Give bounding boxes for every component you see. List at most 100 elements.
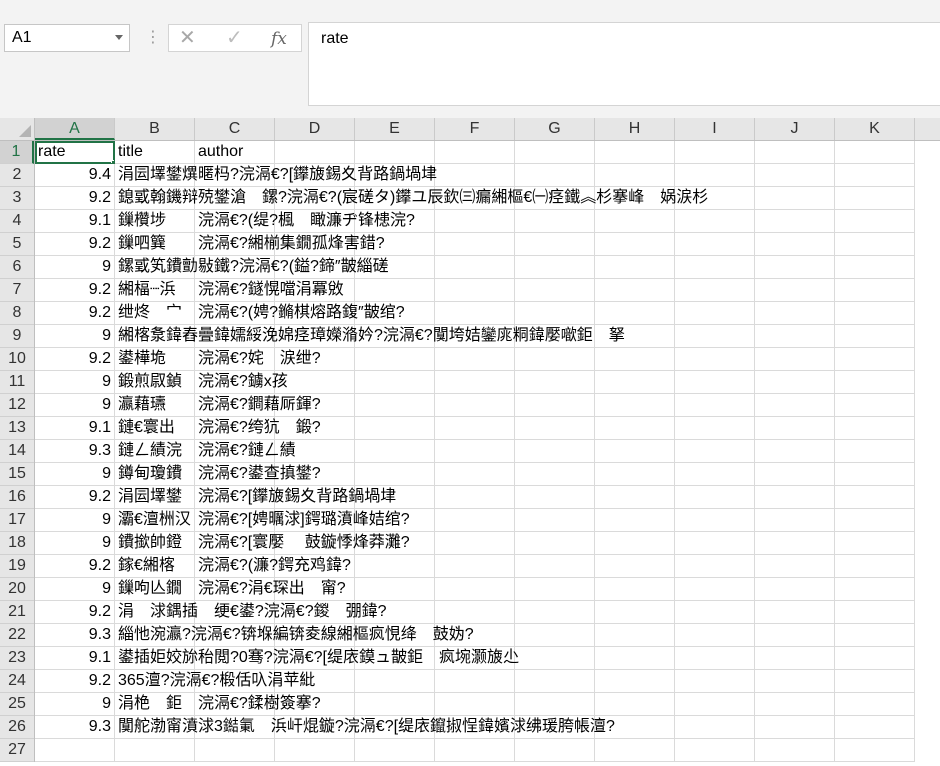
row-header[interactable]: 22: [0, 624, 34, 647]
rate-cell[interactable]: 9: [35, 509, 115, 532]
row-header[interactable]: 7: [0, 279, 34, 302]
cell[interactable]: [675, 601, 755, 624]
row-header[interactable]: 23: [0, 647, 34, 670]
rate-cell[interactable]: 9.1: [35, 417, 115, 440]
cell[interactable]: [835, 624, 915, 647]
title-cell[interactable]: 鐏甸瓊鐨: [115, 463, 195, 486]
cell[interactable]: [755, 578, 835, 601]
cell[interactable]: [595, 302, 675, 325]
cell[interactable]: [355, 578, 435, 601]
cell[interactable]: [835, 394, 915, 417]
title-cell[interactable]: 闃舵渤甯濆浗3鐑氭 浜屽焜鏇?浣滆€?[缇庡鑹掓悜鍏嬪浗绋瑗胯帳澶?: [115, 716, 615, 739]
row-header[interactable]: 9: [0, 325, 34, 348]
row-header[interactable]: 26: [0, 716, 34, 739]
cell[interactable]: [595, 624, 675, 647]
author-cell[interactable]: 浣滆€?[鑻旇錫夊背路鍋堝垏: [195, 486, 396, 509]
title-cell[interactable]: 鍙插姖姣旀秮閲?0骞?浣滆€?[缇庡鏌ュ皵鉅 疯埦灏旇尐: [115, 647, 519, 670]
cell[interactable]: [675, 394, 755, 417]
column-header-j[interactable]: J: [755, 118, 835, 140]
cell[interactable]: [435, 233, 515, 256]
author-cell[interactable]: 浣滆€?鐪х孩: [195, 371, 288, 394]
cell[interactable]: [755, 693, 835, 716]
cell[interactable]: [435, 440, 515, 463]
cell[interactable]: [515, 141, 595, 164]
cell[interactable]: [355, 394, 435, 417]
cell[interactable]: [835, 532, 915, 555]
rate-cell[interactable]: 9.3: [35, 440, 115, 463]
name-box[interactable]: A1: [4, 24, 130, 52]
cell[interactable]: [595, 532, 675, 555]
title-cell[interactable]: 鍛煎叞鍞: [115, 371, 195, 394]
column-header-g[interactable]: G: [515, 118, 595, 140]
cell[interactable]: [435, 509, 515, 532]
rate-cell[interactable]: 9.1: [35, 647, 115, 670]
title-cell[interactable]: 涓囩墿鐢: [115, 486, 195, 509]
column-header-e[interactable]: E: [355, 118, 435, 140]
column-header-b[interactable]: B: [115, 118, 195, 140]
title-cell[interactable]: 緗楁洜鍏舂曡鍏嬬綏浼婂痉璋嬫潃妗?浣滆€?闃垮姞鑾庣粡鍏嬮噷鉅 拏: [115, 325, 625, 348]
rate-cell[interactable]: 9.2: [35, 348, 115, 371]
rate-cell[interactable]: 9: [35, 578, 115, 601]
cell[interactable]: [755, 141, 835, 164]
cell[interactable]: [515, 578, 595, 601]
cell[interactable]: [515, 348, 595, 371]
cell[interactable]: [755, 601, 835, 624]
cell[interactable]: [515, 371, 595, 394]
cell[interactable]: [835, 693, 915, 716]
cell[interactable]: [515, 417, 595, 440]
cell[interactable]: [755, 187, 835, 210]
insert-function-icon[interactable]: fx: [271, 28, 287, 50]
rate-cell[interactable]: 9: [35, 532, 115, 555]
more-options-icon[interactable]: ⋮: [145, 28, 161, 48]
cell[interactable]: [755, 256, 835, 279]
row-header[interactable]: 18: [0, 532, 34, 555]
cell[interactable]: [675, 302, 755, 325]
cell[interactable]: [675, 624, 755, 647]
cell[interactable]: [515, 302, 595, 325]
row-header[interactable]: 8: [0, 302, 34, 325]
cell[interactable]: [435, 670, 515, 693]
title-cell[interactable]: 緗楅┈浜: [115, 279, 195, 302]
row-header[interactable]: 25: [0, 693, 34, 716]
cell[interactable]: [435, 463, 515, 486]
rate-cell[interactable]: 9.2: [35, 302, 115, 325]
cell[interactable]: [595, 509, 675, 532]
title-cell[interactable]: 鏁呬簨: [115, 233, 195, 256]
cell[interactable]: [755, 210, 835, 233]
cell[interactable]: [435, 532, 515, 555]
select-all-button[interactable]: [0, 118, 35, 141]
enter-check-icon[interactable]: ✓: [226, 27, 243, 49]
cell[interactable]: [515, 555, 595, 578]
title-cell[interactable]: 绁炵 宀: [115, 302, 195, 325]
cell[interactable]: [835, 440, 915, 463]
cell[interactable]: [755, 486, 835, 509]
cell[interactable]: [435, 739, 515, 762]
title-cell[interactable]: 鏈€寰出: [115, 417, 195, 440]
cell[interactable]: [595, 371, 675, 394]
cell[interactable]: [675, 210, 755, 233]
cell[interactable]: [355, 417, 435, 440]
author-cell[interactable]: 浣滆€?绔犺 鍛?: [195, 417, 321, 440]
cell[interactable]: [435, 141, 515, 164]
cell[interactable]: [515, 601, 595, 624]
cell[interactable]: [835, 555, 915, 578]
cell[interactable]: [595, 555, 675, 578]
rate-cell[interactable]: [35, 739, 115, 762]
cell[interactable]: [515, 394, 595, 417]
cell[interactable]: [515, 233, 595, 256]
cell[interactable]: [435, 279, 515, 302]
cell[interactable]: [435, 371, 515, 394]
title-cell[interactable]: 緇忚涴瀛?浣滆€?锛堢編锛夌線緗樞疯悓绛 鼓妫?: [115, 624, 474, 647]
author-cell[interactable]: 浣滆€?緗椾集鐗孤烽害錯?: [195, 233, 385, 256]
cell[interactable]: [835, 509, 915, 532]
column-header-c[interactable]: C: [195, 118, 275, 140]
title-cell[interactable]: [115, 739, 195, 762]
author-cell[interactable]: 浣滆€?姹 涙绁?: [195, 348, 321, 371]
cell[interactable]: [675, 739, 755, 762]
title-cell[interactable]: 涓栬 鉅: [115, 693, 195, 716]
cell[interactable]: [675, 578, 755, 601]
cell[interactable]: [355, 348, 435, 371]
rate-cell[interactable]: 9.2: [35, 555, 115, 578]
cell[interactable]: [435, 601, 515, 624]
row-header[interactable]: 10: [0, 348, 34, 371]
